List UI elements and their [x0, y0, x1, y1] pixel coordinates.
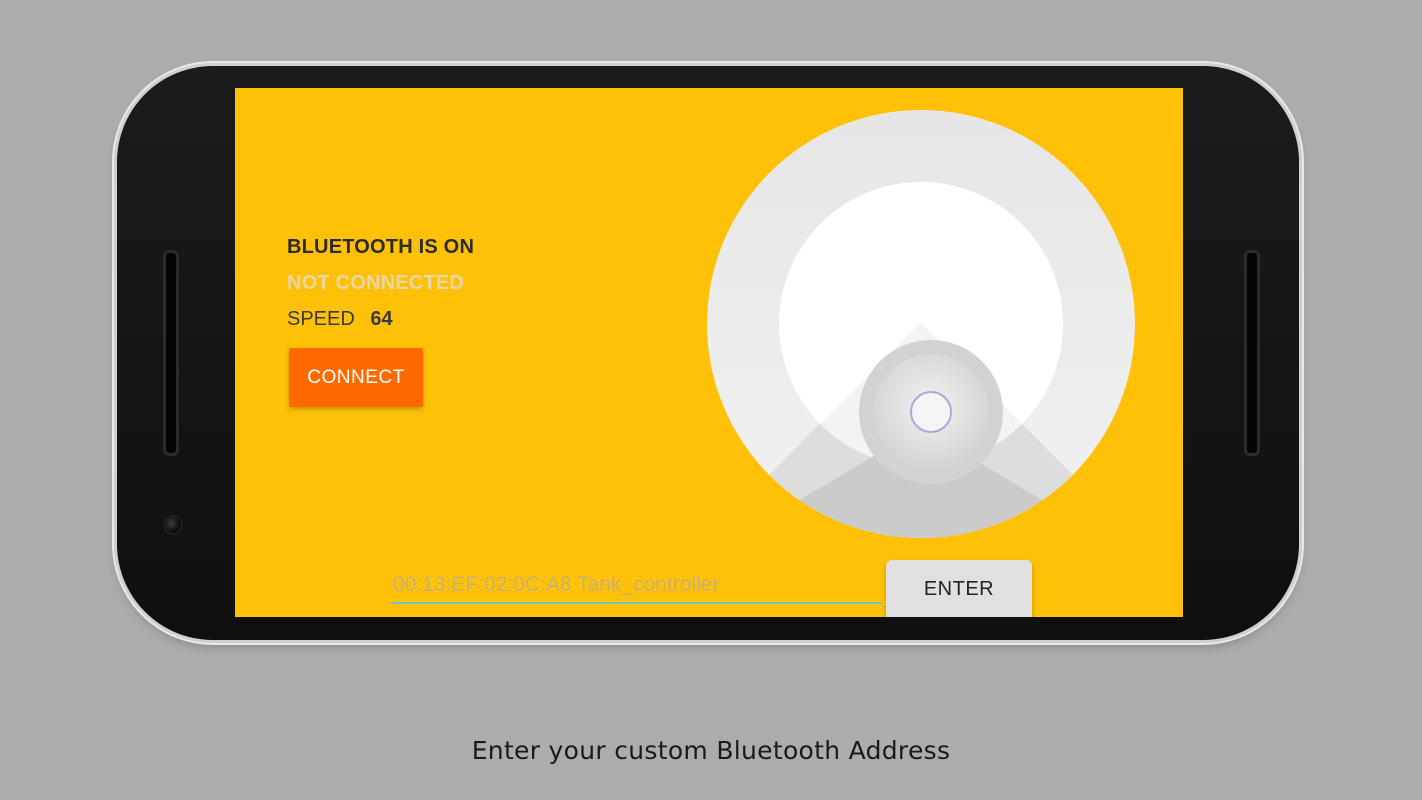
stage: BLUETOOTH IS ON NOT CONNECTED SPEED 64 C…	[0, 0, 1422, 800]
caption-text: Enter your custom Bluetooth Address	[471, 736, 951, 765]
speaker-grille-left	[163, 250, 179, 456]
app-screen: BLUETOOTH IS ON NOT CONNECTED SPEED 64 C…	[235, 88, 1183, 617]
joystick-knob[interactable]	[859, 340, 1003, 484]
bluetooth-status-label: BLUETOOTH IS ON	[287, 236, 475, 258]
speed-label: SPEED	[287, 308, 355, 330]
speed-readout: SPEED 64	[287, 308, 393, 331]
speed-value: 64	[370, 308, 393, 330]
connection-status-label: NOT CONNECTED	[287, 272, 465, 294]
connect-button[interactable]: CONNECT	[289, 348, 423, 407]
enter-button[interactable]: ENTER	[886, 560, 1032, 617]
front-camera-icon	[163, 515, 183, 535]
joystick-control[interactable]	[707, 110, 1135, 538]
speaker-grille-right	[1244, 250, 1260, 456]
bluetooth-address-input[interactable]	[391, 568, 882, 604]
